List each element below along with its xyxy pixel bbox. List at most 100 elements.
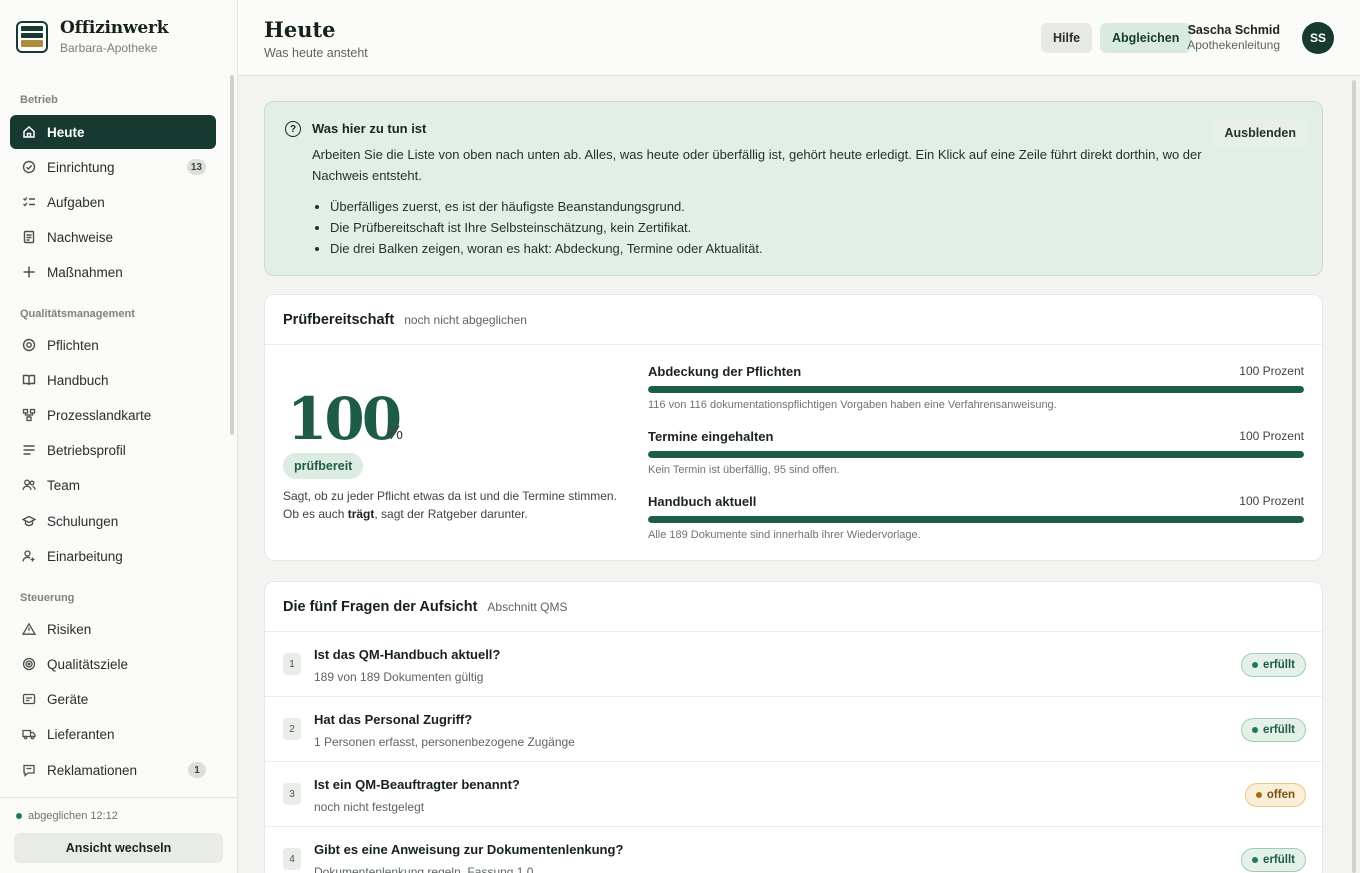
truck-icon xyxy=(22,727,36,741)
readiness-score: 100 xyxy=(287,385,402,453)
progress-bar xyxy=(648,451,1304,458)
section-title-betrieb: Betrieb xyxy=(20,94,58,106)
help-panel: ? Was hier zu tun ist Arbeiten Sie die L… xyxy=(264,101,1323,276)
metric-coverage: Abdeckung der Pflichten 100 Prozent 116 … xyxy=(648,364,1304,411)
questions-title: Die fünf Fragen der Aufsicht xyxy=(283,598,478,615)
question-text: Hat das Personal Zugriff? xyxy=(314,712,473,727)
sidebar-item-label: Schulungen xyxy=(47,513,119,529)
question-row[interactable]: 1 Ist das QM-Handbuch aktuell? 189 von 1… xyxy=(265,632,1322,697)
status-badge: prüfbereit xyxy=(283,453,364,479)
sidebar-item-label: Handbuch xyxy=(47,372,109,388)
status-dot-icon xyxy=(1255,792,1262,798)
progress-bar xyxy=(648,386,1304,393)
help-button[interactable]: Hilfe xyxy=(1041,23,1093,53)
sidebar-item-label: Maßnahmen xyxy=(47,264,123,280)
sidebar-item-label: Betriebsprofil xyxy=(47,442,126,458)
page-subtitle: Was heute ansteht xyxy=(264,46,368,60)
main-scrollbar[interactable] xyxy=(1352,80,1356,873)
sync-button[interactable]: Abgleichen xyxy=(1100,23,1192,53)
user-name: Sascha Schmid xyxy=(1187,23,1280,37)
brand[interactable]: Offizinwerk Barbara-Apotheke xyxy=(16,18,169,55)
question-text: Ist das QM-Handbuch aktuell? xyxy=(314,647,501,662)
help-bullet: Überfälliges zuerst, es ist der häufigst… xyxy=(330,196,763,217)
process-map-icon xyxy=(22,408,36,422)
sidebar-item-heute[interactable]: Heute xyxy=(10,115,216,149)
metric-label: Abdeckung der Pflichten xyxy=(648,364,802,379)
sidebar-scrollbar[interactable] xyxy=(230,75,234,435)
question-detail: 1 Personen erfasst, personenbezogene Zug… xyxy=(314,735,575,749)
question-number: 4 xyxy=(283,848,301,870)
sidebar-item-risiken[interactable]: Risiken xyxy=(10,612,216,646)
sidebar-item-prozesslandkarte[interactable]: Prozesslandkarte xyxy=(10,398,216,432)
readiness-title: Prüfbereitschaft xyxy=(283,311,395,328)
help-bullet: Die Prüfbereitschaft ist Ihre Selbsteins… xyxy=(330,217,763,238)
sync-status: abgeglichen 12:12 xyxy=(16,810,118,822)
sidebar-item-label: Pflichten xyxy=(47,337,99,353)
question-row[interactable]: 2 Hat das Personal Zugriff? 1 Personen e… xyxy=(265,697,1322,762)
sidebar-item-handbuch[interactable]: Handbuch xyxy=(10,363,216,397)
sidebar-item-label: Reklamationen xyxy=(47,762,138,778)
progress-bar xyxy=(648,516,1304,523)
sidebar-item-betriebsprofil[interactable]: Betriebsprofil xyxy=(10,433,216,467)
question-detail: Dokumentenlenkung regeln, Fassung 1.0 xyxy=(314,865,534,873)
status-badge: erfüllt xyxy=(1241,718,1306,742)
sidebar-item-label: Einarbeitung xyxy=(47,548,123,564)
progress-fill xyxy=(648,516,1304,523)
question-detail: 189 von 189 Dokumenten gültig xyxy=(314,670,484,684)
card-header: Prüfbereitschaft noch nicht abgeglichen xyxy=(265,295,1322,345)
user-add-icon xyxy=(22,549,36,563)
status-dot-icon xyxy=(1252,662,1259,668)
status-badge: offen xyxy=(1244,783,1306,807)
sidebar-item-qualitaetsziele[interactable]: Qualitätsziele xyxy=(10,647,216,681)
help-text: Arbeiten Sie die Liste von oben nach unt… xyxy=(312,147,1202,183)
task-list-icon xyxy=(22,195,36,209)
question-row[interactable]: 3 Ist ein QM-Beauftragter benannt? noch … xyxy=(265,762,1322,827)
progress-fill xyxy=(648,386,1304,393)
sidebar-item-label: Team xyxy=(47,477,81,493)
question-circle-icon: ? xyxy=(285,121,301,137)
book-icon xyxy=(22,373,36,387)
sidebar-item-einarbeitung[interactable]: Einarbeitung xyxy=(10,539,216,573)
sidebar-item-pflichten[interactable]: Pflichten xyxy=(10,328,216,362)
metric-label: Termine eingehalten xyxy=(648,429,774,444)
sidebar-item-aufgaben[interactable]: Aufgaben xyxy=(10,185,216,219)
sidebar: Offizinwerk Barbara-Apotheke Betrieb Heu… xyxy=(0,0,238,873)
readiness-card: Prüfbereitschaft noch nicht abgeglichen … xyxy=(264,294,1323,561)
help-title: Was hier zu tun ist xyxy=(312,121,427,136)
comment-icon xyxy=(22,763,36,777)
sync-status-text: abgeglichen 12:12 xyxy=(28,810,118,822)
progress-fill xyxy=(648,451,1304,458)
sidebar-item-label: Risiken xyxy=(47,621,92,637)
sidebar-item-label: Qualitätsziele xyxy=(47,656,129,672)
sidebar-item-lieferanten[interactable]: Lieferanten xyxy=(10,717,216,751)
sidebar-item-nachweise[interactable]: Nachweise xyxy=(10,220,216,254)
questions-subtitle: Abschnitt QMS xyxy=(487,599,568,614)
question-number: 3 xyxy=(283,783,301,805)
sidebar-item-reklamationen[interactable]: Reklamationen 1 xyxy=(10,753,216,787)
question-text: Ist ein QM-Beauftragter benannt? xyxy=(314,777,520,792)
sidebar-item-schulungen[interactable]: Schulungen xyxy=(10,504,216,538)
card-header: Die fünf Fragen der Aufsicht Abschnitt Q… xyxy=(265,582,1322,632)
sidebar-item-einrichtung[interactable]: Einrichtung 13 xyxy=(10,150,216,184)
sidebar-item-label: Lieferanten xyxy=(47,726,115,742)
sidebar-item-team[interactable]: Team xyxy=(10,468,216,502)
sidebar-footer: abgeglichen 12:12 Ansicht wechseln xyxy=(0,797,237,873)
status-badge: erfüllt xyxy=(1241,653,1306,677)
app-logo-icon xyxy=(16,20,48,53)
document-icon xyxy=(22,230,36,244)
metric-value: 100 Prozent xyxy=(1239,364,1304,378)
help-list: Überfälliges zuerst, es ist der häufigst… xyxy=(330,196,763,259)
metric-value: 100 Prozent xyxy=(1239,429,1304,443)
switch-view-button[interactable]: Ansicht wechseln xyxy=(14,833,223,863)
hide-help-button[interactable]: Ausblenden xyxy=(1212,119,1308,147)
count-badge: 1 xyxy=(188,762,206,778)
avatar[interactable]: SS xyxy=(1302,22,1334,54)
sidebar-item-label: Geräte xyxy=(47,691,89,707)
section-title-qm: Qualitätsmanagement xyxy=(20,308,135,320)
sidebar-item-massnahmen[interactable]: Maßnahmen xyxy=(10,255,216,289)
questions-card: Die fünf Fragen der Aufsicht Abschnitt Q… xyxy=(264,581,1323,873)
app-name: Offizinwerk xyxy=(60,18,169,38)
sidebar-item-geraete[interactable]: Geräte xyxy=(10,682,216,716)
question-row[interactable]: 4 Gibt es eine Anweisung zur Dokumentenl… xyxy=(265,827,1322,873)
target-icon xyxy=(22,338,36,352)
